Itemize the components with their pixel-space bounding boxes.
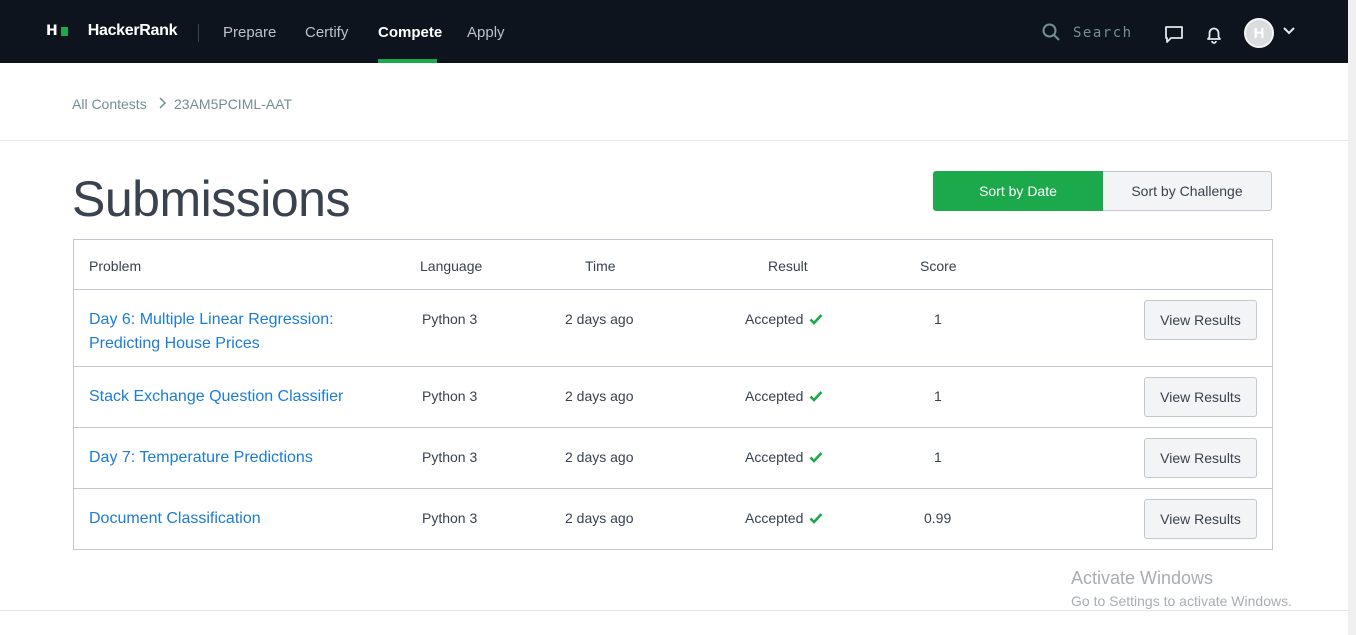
header-result: Result bbox=[768, 258, 808, 274]
time-cell: 2 days ago bbox=[565, 311, 634, 327]
top-navbar: H HackerRank Prepare Certify Compete App… bbox=[0, 0, 1348, 63]
check-icon bbox=[809, 452, 823, 463]
sort-toggle: Sort by Date Sort by Challenge bbox=[933, 171, 1272, 211]
user-avatar[interactable]: H bbox=[1244, 18, 1274, 48]
result-text: Accepted bbox=[745, 388, 804, 404]
header-language: Language bbox=[420, 258, 483, 274]
nav-prepare[interactable]: Prepare bbox=[223, 24, 276, 41]
table-row: Day 6: Multiple Linear Regression: Predi… bbox=[74, 290, 1272, 367]
table-row: Document Classification Python 3 2 days … bbox=[74, 489, 1272, 549]
logo-glyph: H bbox=[46, 23, 58, 39]
language-cell: Python 3 bbox=[422, 311, 478, 327]
activate-windows-subtitle: Go to Settings to activate Windows. bbox=[1071, 593, 1292, 609]
nav-certify[interactable]: Certify bbox=[305, 24, 348, 41]
search-input[interactable]: Search bbox=[1073, 25, 1133, 41]
problem-link[interactable]: Day 6: Multiple Linear Regression: Predi… bbox=[89, 308, 379, 356]
sort-by-challenge-button[interactable]: Sort by Challenge bbox=[1103, 171, 1272, 211]
logo-mark-icon: H bbox=[46, 23, 68, 39]
score-cell: 1 bbox=[934, 449, 942, 465]
language-cell: Python 3 bbox=[422, 510, 478, 526]
header-time: Time bbox=[585, 258, 616, 274]
result-cell: Accepted bbox=[745, 510, 823, 526]
view-results-button[interactable]: View Results bbox=[1144, 438, 1257, 478]
header-problem: Problem bbox=[89, 258, 142, 274]
breadcrumb-current: 23AM5PCIML-AAT bbox=[174, 96, 292, 112]
submissions-table: Problem Language Time Result Score Day 6… bbox=[73, 239, 1273, 550]
score-cell: 0.99 bbox=[924, 510, 952, 526]
notifications-bell-icon[interactable] bbox=[1204, 24, 1224, 44]
page-title: Submissions bbox=[72, 171, 350, 227]
time-cell: 2 days ago bbox=[565, 449, 634, 465]
breadcrumb-all-contests[interactable]: All Contests bbox=[72, 96, 147, 112]
hackerrank-logo[interactable]: H HackerRank bbox=[46, 22, 178, 40]
time-cell: 2 days ago bbox=[565, 388, 634, 404]
result-text: Accepted bbox=[745, 449, 804, 465]
result-cell: Accepted bbox=[745, 449, 823, 465]
check-icon bbox=[809, 314, 823, 325]
view-results-button[interactable]: View Results bbox=[1144, 499, 1257, 539]
result-cell: Accepted bbox=[745, 311, 823, 327]
breadcrumb: All Contests 23AM5PCIML-AAT bbox=[0, 63, 1348, 141]
table-header: Problem Language Time Result Score bbox=[74, 240, 1272, 290]
result-text: Accepted bbox=[745, 510, 804, 526]
view-results-button[interactable]: View Results bbox=[1144, 377, 1257, 417]
header-score: Score bbox=[920, 258, 957, 274]
table-row: Stack Exchange Question Classifier Pytho… bbox=[74, 367, 1272, 428]
view-results-button[interactable]: View Results bbox=[1144, 300, 1257, 340]
chevron-down-icon[interactable] bbox=[1282, 26, 1296, 36]
nav-compete[interactable]: Compete bbox=[378, 24, 442, 41]
check-icon bbox=[809, 391, 823, 402]
page-scrollbar[interactable] bbox=[1348, 0, 1356, 635]
language-cell: Python 3 bbox=[422, 388, 478, 404]
result-cell: Accepted bbox=[745, 388, 823, 404]
language-cell: Python 3 bbox=[422, 449, 478, 465]
table-row: Day 7: Temperature Predictions Python 3 … bbox=[74, 428, 1272, 489]
result-text: Accepted bbox=[745, 311, 804, 327]
nav-divider bbox=[198, 24, 199, 42]
sort-by-date-button[interactable]: Sort by Date bbox=[933, 171, 1103, 211]
messages-icon[interactable] bbox=[1164, 24, 1184, 44]
score-cell: 1 bbox=[934, 311, 942, 327]
footer-divider bbox=[0, 610, 1348, 611]
brand-name: HackerRank bbox=[87, 22, 178, 39]
search-icon[interactable] bbox=[1042, 23, 1060, 41]
nav-apply[interactable]: Apply bbox=[467, 24, 505, 41]
activate-windows-title: Activate Windows bbox=[1071, 568, 1214, 588]
chevron-right-icon bbox=[159, 97, 167, 109]
score-cell: 1 bbox=[934, 388, 942, 404]
time-cell: 2 days ago bbox=[565, 510, 634, 526]
check-icon bbox=[809, 513, 823, 524]
